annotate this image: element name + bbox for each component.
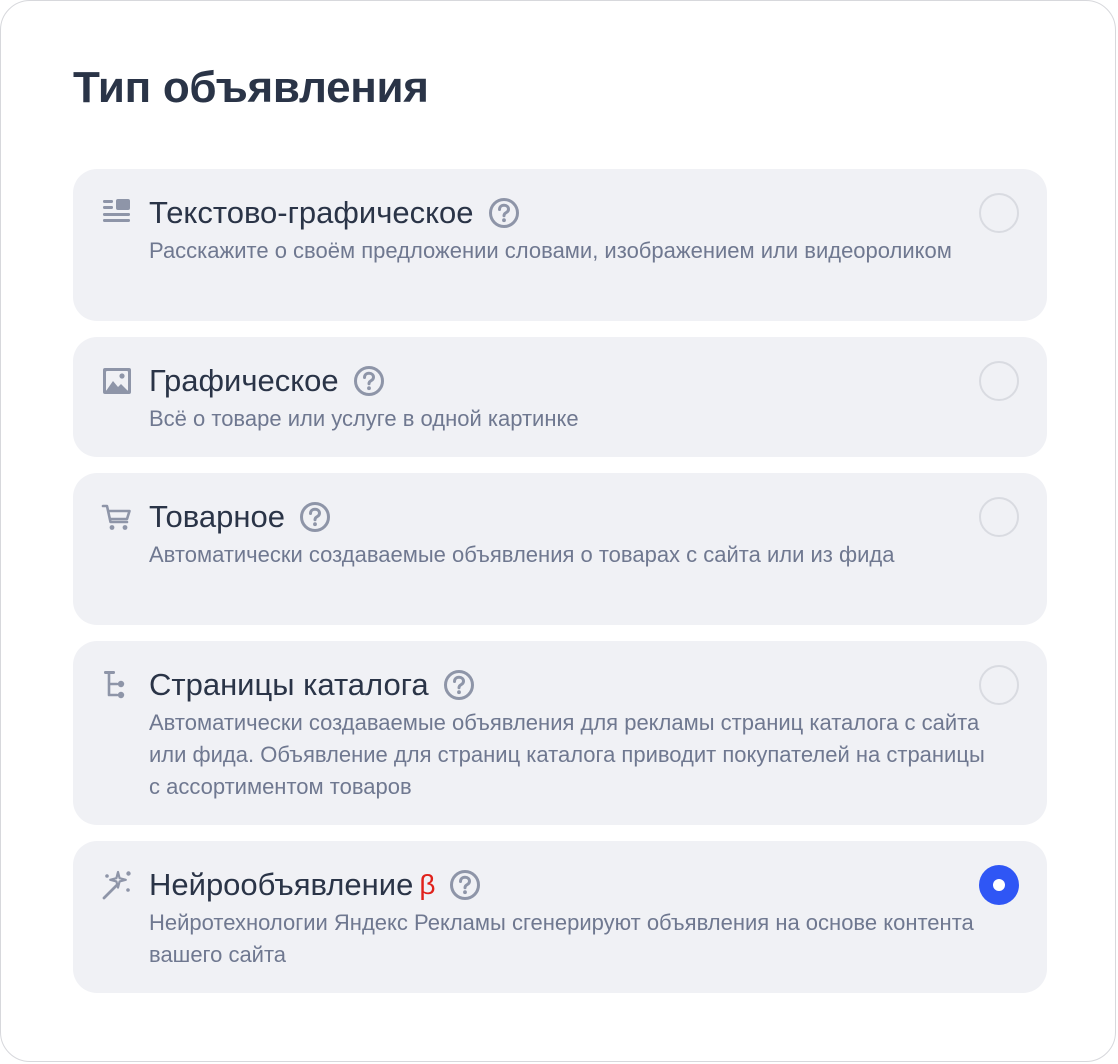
cart-icon: [101, 501, 133, 533]
help-icon[interactable]: [449, 869, 481, 901]
option-description: Всё о товаре или услуге в одной картинке: [149, 406, 579, 431]
option-description: Автоматически создаваемые объявления для…: [149, 710, 985, 799]
option-label: Товарное: [149, 499, 285, 534]
ad-type-option-neuro[interactable]: Нейрообъявление β Нейротехнологии Яндекс…: [73, 841, 1047, 993]
ad-type-option-catalog-pages[interactable]: Страницы каталога Автоматически создавае…: [73, 641, 1047, 825]
option-label: Нейрообъявление: [149, 867, 414, 902]
beta-badge: β: [419, 869, 436, 900]
image-icon: [101, 365, 133, 397]
help-icon[interactable]: [299, 501, 331, 533]
ad-type-panel: Тип объявления Текстово-графическое Расс…: [0, 0, 1116, 1062]
option-description: Расскажите о своём предложении словами, …: [149, 238, 952, 263]
option-radio-selected[interactable]: [979, 865, 1019, 905]
option-label: Графическое: [149, 363, 339, 398]
catalog-tree-icon: [101, 669, 133, 701]
text-graphic-icon: [101, 197, 133, 229]
option-radio[interactable]: [979, 193, 1019, 233]
ad-type-option-text-graphic[interactable]: Текстово-графическое Расскажите о своём …: [73, 169, 1047, 321]
option-label: Текстово-графическое: [149, 195, 474, 230]
option-description: Автоматически создаваемые объявления о т…: [149, 542, 895, 567]
ad-type-option-product[interactable]: Товарное Автоматически создаваемые объяв…: [73, 473, 1047, 625]
option-radio[interactable]: [979, 665, 1019, 705]
magic-wand-icon: [101, 869, 133, 901]
page-title: Тип объявления: [73, 63, 429, 112]
option-label: Страницы каталога: [149, 667, 429, 702]
help-icon[interactable]: [443, 669, 475, 701]
help-icon[interactable]: [488, 197, 520, 229]
option-description: Нейротехнологии Яндекс Рекламы сгенериру…: [149, 910, 974, 967]
help-icon[interactable]: [353, 365, 385, 397]
option-radio[interactable]: [979, 497, 1019, 537]
ad-type-option-graphic[interactable]: Графическое Всё о товаре или услуге в од…: [73, 337, 1047, 457]
option-radio[interactable]: [979, 361, 1019, 401]
